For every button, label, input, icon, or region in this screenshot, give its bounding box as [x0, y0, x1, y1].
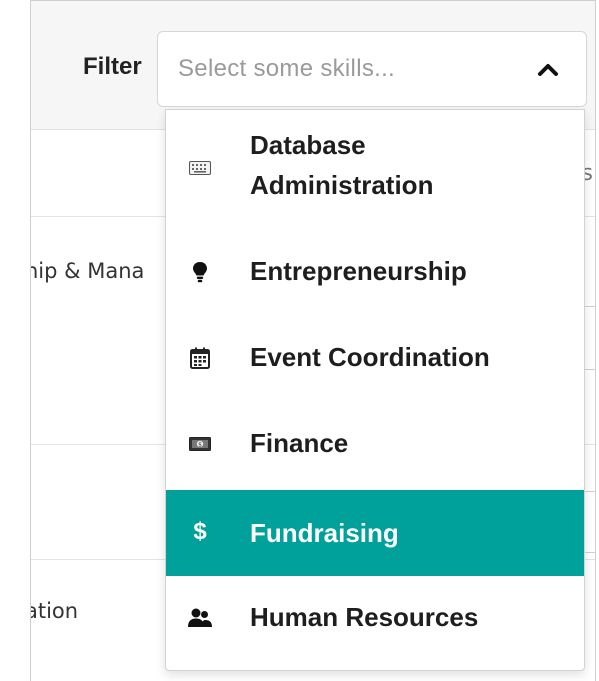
- option-database-administration[interactable]: Database Administration: [166, 110, 584, 248]
- table-row-text: hip & Mana: [30, 259, 145, 283]
- option-human-resources[interactable]: Human Resources: [166, 596, 584, 640]
- option-fundraising[interactable]: $ Fundraising: [166, 490, 584, 576]
- option-label: Human Resources: [250, 602, 479, 632]
- keyboard-icon: [188, 156, 212, 180]
- option-label-line1: Database: [250, 130, 366, 160]
- lightbulb-icon: [188, 260, 212, 284]
- option-label: Finance: [250, 428, 349, 458]
- option-label: Entrepreneurship: [250, 256, 467, 286]
- users-icon: [188, 606, 212, 630]
- filter-label: Filter: [83, 53, 142, 80]
- option-label: Event Coordination: [250, 342, 490, 372]
- option-label-line2: Administration: [250, 170, 434, 200]
- money-bill-icon: $: [188, 432, 212, 456]
- option-label: Fundraising: [250, 518, 399, 548]
- calendar-icon: [188, 346, 212, 370]
- skills-select-placeholder: Select some skills...: [178, 55, 396, 82]
- table-row-text: ation: [30, 599, 79, 623]
- skills-page: Filter Select some skills... s hip & Man…: [30, 0, 596, 681]
- skills-dropdown-menu: Database Administration Entrepreneurship: [165, 109, 585, 671]
- option-entrepreneurship[interactable]: Entrepreneurship: [166, 250, 584, 294]
- svg-text:$: $: [198, 441, 202, 448]
- option-finance[interactable]: $ Finance: [166, 422, 584, 466]
- dollar-icon: $: [193, 518, 207, 545]
- skills-select[interactable]: Select some skills...: [157, 31, 587, 107]
- option-event-coordination[interactable]: Event Coordination: [166, 336, 584, 380]
- chevron-up-icon[interactable]: [534, 56, 562, 84]
